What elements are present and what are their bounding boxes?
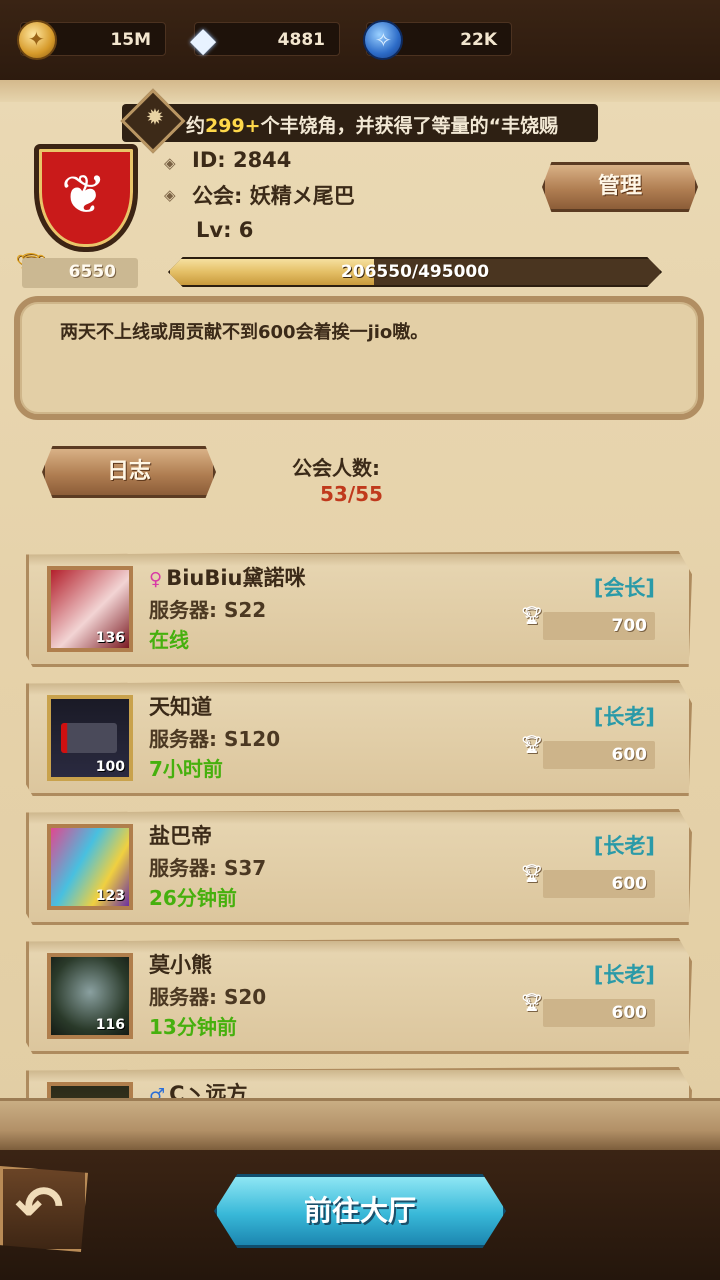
member-contribution: 🏆︎ 600 xyxy=(521,864,655,898)
member-level: 100 xyxy=(95,759,125,775)
member-contribution: 🏆︎ 600 xyxy=(521,993,655,1027)
bottom-shelf xyxy=(0,1098,720,1150)
guild-notice-text: 两天不上线或周贡献不到600会着挨一jio嗷。 xyxy=(60,322,429,343)
log-button[interactable]: 日志 xyxy=(42,446,216,498)
gold-coin-icon xyxy=(17,20,57,60)
scroll-value: 22K xyxy=(460,30,497,50)
member-server: 服务器: S37 xyxy=(149,856,267,880)
member-avatar[interactable] xyxy=(47,1082,133,1098)
trophy-icon: 🏆︎ xyxy=(521,993,543,1013)
female-icon: ♀ xyxy=(149,569,163,590)
guild-exp-text: 206550/495000 xyxy=(340,262,490,282)
diamond-icon xyxy=(185,20,225,60)
member-rank: [长老] xyxy=(593,834,655,858)
member-name: 天知道 xyxy=(149,695,212,719)
gold-counter: 15M xyxy=(17,20,166,60)
guild-level: Lv: 6 xyxy=(196,218,254,242)
member-rank: [会长] xyxy=(593,576,655,600)
diamond-bullet-icon: ◈ xyxy=(164,154,176,172)
member-name: 盐巴帝 xyxy=(149,824,212,848)
trophy-icon: 🏆︎ xyxy=(521,735,543,755)
member-server: 服务器: S120 xyxy=(149,727,281,751)
member-contribution: 🏆︎ 700 xyxy=(521,606,655,640)
member-avatar[interactable]: 116 xyxy=(47,953,133,1039)
member-level: 123 xyxy=(95,888,125,904)
member-card[interactable]: 136 ♀ BiuBiu黛諾咪 服务器: S22 在线 [会长] 🏆︎ 700 xyxy=(26,551,692,667)
panel-rim xyxy=(0,80,720,102)
member-contribution-value: 600 xyxy=(611,874,648,894)
scroll-counter: 22K xyxy=(363,20,512,60)
guild-notice[interactable]: 两天不上线或周贡献不到600会着挨一jio嗷。 xyxy=(14,296,704,420)
member-count-label: 公会人数: xyxy=(292,456,380,480)
member-server: 服务器: S22 xyxy=(149,598,267,622)
guild-exp-bar: 206550/495000 xyxy=(168,257,662,287)
diamond-bullet-icon: ◈ xyxy=(164,186,176,204)
member-list[interactable]: 136 ♀ BiuBiu黛諾咪 服务器: S22 在线 [会长] 🏆︎ 700 1… xyxy=(0,545,720,1098)
member-card[interactable]: 100 天知道 服务器: S120 7小时前 [长老] 🏆︎ 600 xyxy=(26,680,692,796)
member-card[interactable]: ♂ C丶远方 xyxy=(26,1067,692,1098)
member-avatar[interactable]: 100 xyxy=(47,695,133,781)
member-contribution-value: 700 xyxy=(611,616,648,636)
member-status: 在线 xyxy=(149,628,189,652)
guild-id: ID: 2844 xyxy=(192,148,292,172)
guild-name: 公会: 妖精メ尾巴 xyxy=(192,184,355,208)
member-name: ♂ C丶远方 xyxy=(149,1078,248,1098)
diamond-value: 4881 xyxy=(277,30,325,50)
member-server: 服务器: S20 xyxy=(149,985,267,1009)
member-count-value: 53/55 xyxy=(320,482,383,506)
member-card[interactable]: 123 盐巴帝 服务器: S37 26分钟前 [长老] 🏆︎ 600 xyxy=(26,809,692,925)
member-status: 13分钟前 xyxy=(149,1015,237,1039)
member-contribution-value: 600 xyxy=(611,1003,648,1023)
back-arrow-icon[interactable] xyxy=(0,1166,88,1252)
member-level: 116 xyxy=(95,1017,125,1033)
diamond-counter: 4881 xyxy=(190,20,340,60)
trophy-icon: 🏆︎ xyxy=(521,864,543,884)
go-to-lobby-button[interactable]: 前往大厅 xyxy=(214,1174,506,1248)
member-avatar[interactable]: 123 xyxy=(47,824,133,910)
member-level: 136 xyxy=(95,630,125,646)
currency-bar: 15M 4881 22K xyxy=(0,0,720,84)
member-contribution: 🏆︎ 600 xyxy=(521,735,655,769)
member-rank: [长老] xyxy=(593,963,655,987)
member-name: 莫小熊 xyxy=(149,953,212,977)
trophy-icon: 🏆︎ xyxy=(521,606,543,626)
member-status: 7小时前 xyxy=(149,757,223,781)
member-name: ♀ BiuBiu黛諾咪 xyxy=(149,566,306,590)
member-card[interactable]: 116 莫小熊 服务器: S20 13分钟前 [长老] 🏆︎ 600 xyxy=(26,938,692,1054)
announcement-marquee: 约299+个丰饶角，并获得了等量的“丰饶赐 xyxy=(122,104,598,142)
summon-scroll-icon xyxy=(363,20,403,60)
male-icon: ♂ xyxy=(149,1085,166,1098)
guild-trophy-value: 6550 xyxy=(68,262,116,282)
manage-button[interactable]: 管理 xyxy=(542,162,698,212)
guild-trophy-box: 6550 xyxy=(22,258,138,288)
member-rank: [长老] xyxy=(593,705,655,729)
gold-value: 15M xyxy=(110,30,151,50)
member-avatar[interactable]: 136 xyxy=(47,566,133,652)
member-contribution-value: 600 xyxy=(611,745,648,765)
member-status: 26分钟前 xyxy=(149,886,237,910)
